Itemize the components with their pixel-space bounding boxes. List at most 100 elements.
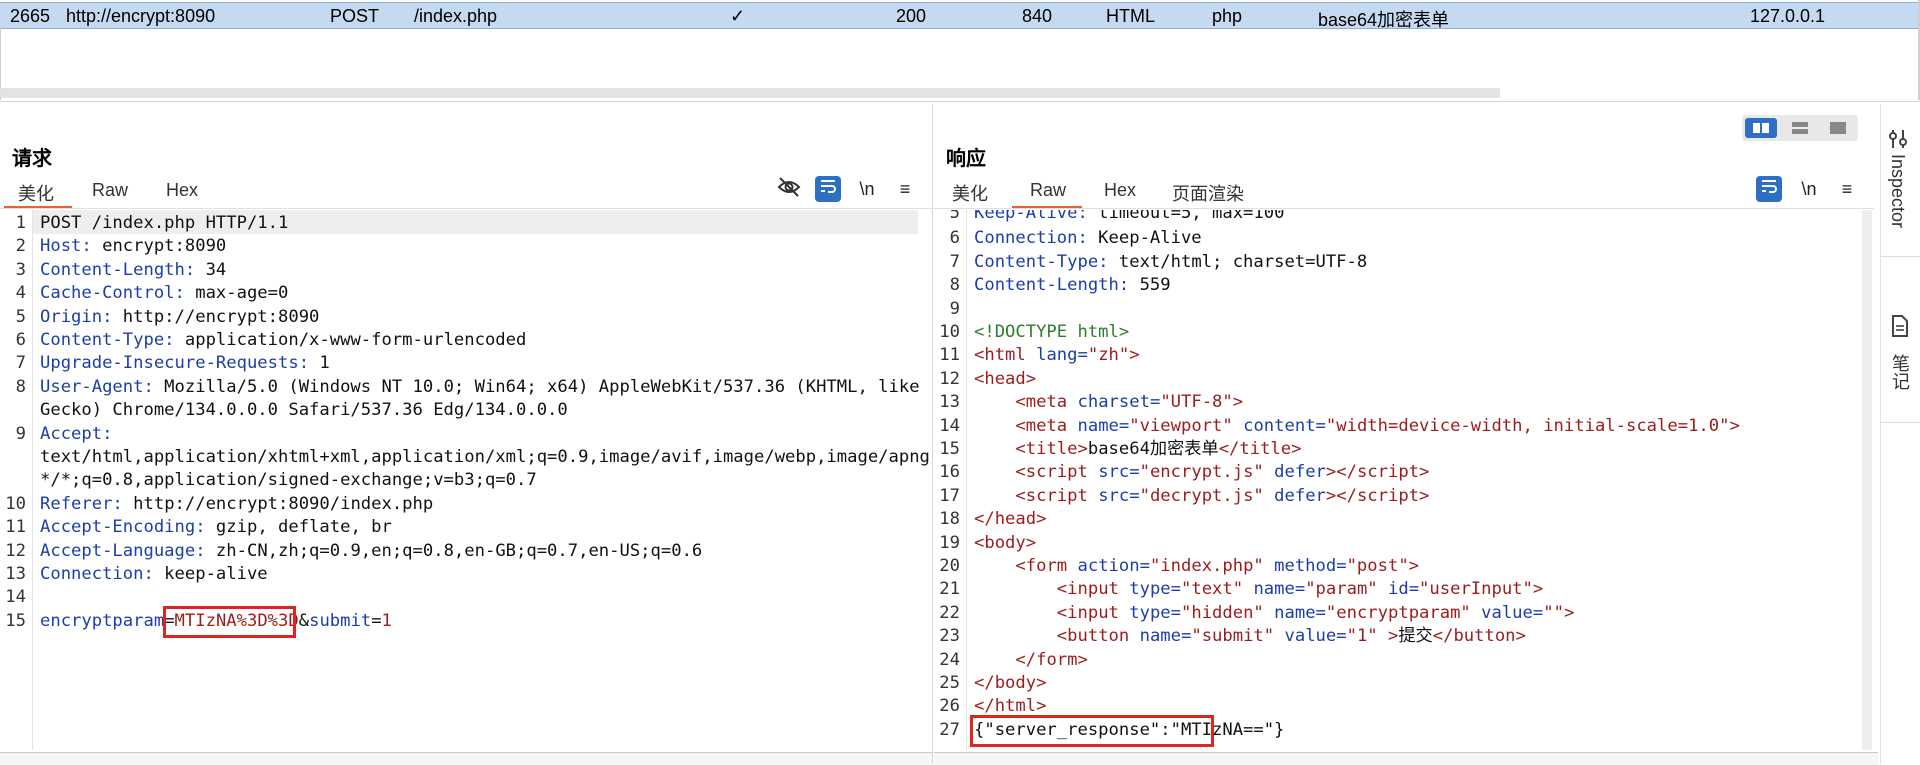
history-edited-check: ✓ bbox=[730, 6, 746, 26]
history-ext: php bbox=[1212, 6, 1243, 26]
header-value: max-age=0 bbox=[184, 283, 289, 304]
response-html-line: <script src="encrypt.js" defer></script> bbox=[974, 461, 1429, 484]
line-number: 15 bbox=[939, 439, 960, 459]
notes-document-icon[interactable] bbox=[1890, 314, 1910, 343]
history-method: POST bbox=[330, 6, 380, 26]
request-search-bar[interactable] bbox=[0, 752, 932, 765]
line-number: 21 bbox=[939, 579, 960, 600]
layout-tabs-icon[interactable] bbox=[1822, 118, 1854, 138]
response-tab-render[interactable]: 页面渲染 bbox=[1172, 180, 1244, 206]
html-token: <title> bbox=[1015, 439, 1088, 459]
response-line: Keep-Alive: timeout=5, max=100 bbox=[974, 210, 1284, 225]
response-line: Connection: Keep-Alive bbox=[974, 227, 1202, 250]
html-token: ></script> bbox=[1325, 485, 1430, 506]
html-token: <body> bbox=[974, 532, 1037, 553]
body-param-encryptparam-name: encryptparam bbox=[40, 610, 165, 631]
inspector-sliders-icon[interactable] bbox=[1889, 128, 1911, 155]
html-token: <form bbox=[1015, 556, 1068, 576]
line-number: 12 bbox=[5, 540, 26, 561]
request-pane: 请求 美化 Raw Hex \n ≡ 1 POST /index.php HTTP… bbox=[0, 104, 933, 765]
line-number: 13 bbox=[939, 392, 960, 413]
response-vertical-scrollbar[interactable] bbox=[1862, 210, 1872, 750]
inspector-tab[interactable]: Inspector bbox=[1887, 154, 1908, 228]
equals: = bbox=[371, 610, 382, 631]
response-tab-raw[interactable]: Raw bbox=[1030, 180, 1066, 201]
request-tab-hex[interactable]: Hex bbox=[166, 180, 198, 201]
line-number: 19 bbox=[939, 532, 960, 553]
request-menu-icon[interactable]: ≡ bbox=[892, 176, 918, 202]
response-tab-pretty[interactable]: 美化 bbox=[952, 180, 988, 206]
html-token: type= bbox=[1129, 602, 1181, 623]
request-line: Accept-Language: zh-CN,zh;q=0.9,en;q=0.8… bbox=[40, 540, 702, 563]
request-tab-pretty[interactable]: 美化 bbox=[18, 180, 54, 206]
line-number: 20 bbox=[939, 556, 960, 576]
html-token: > bbox=[1232, 392, 1244, 413]
request-line: User-Agent: Mozilla/5.0 (Windows NT 10.0… bbox=[40, 376, 920, 399]
response-wrap-icon[interactable] bbox=[1756, 176, 1782, 202]
html-token: defer bbox=[1274, 485, 1326, 506]
request-wrap-icon[interactable] bbox=[815, 176, 841, 202]
line-number: 27 bbox=[939, 719, 960, 740]
response-html-line: <script src="decrypt.js" defer></script> bbox=[974, 485, 1429, 508]
request-newline-toggle[interactable]: \n bbox=[854, 176, 880, 202]
request-tab-raw[interactable]: Raw bbox=[92, 180, 128, 201]
response-html-line: <!DOCTYPE html> bbox=[974, 321, 1129, 344]
line-number: 18 bbox=[939, 509, 960, 530]
request-editor[interactable]: 1 POST /index.php HTTP/1.1 2 Host: encrypt:… bbox=[0, 210, 930, 750]
response-html-line: </head> bbox=[974, 508, 1046, 531]
response-tab-hex[interactable]: Hex bbox=[1104, 180, 1136, 201]
side-panel-strip: Inspector 笔记 bbox=[1880, 104, 1920, 764]
line-number: 7 bbox=[949, 251, 960, 272]
line-number: 13 bbox=[5, 564, 26, 584]
line-number: 24 bbox=[939, 649, 960, 670]
html-token: > bbox=[1129, 345, 1140, 366]
html-token: id= bbox=[1388, 579, 1420, 600]
line-number: 22 bbox=[939, 602, 960, 623]
hide-eye-icon[interactable] bbox=[776, 176, 802, 202]
history-row-selected[interactable]: 2665 http://encrypt:8090 POST /index.php… bbox=[0, 2, 1920, 30]
response-html-line: <html lang="zh"> bbox=[974, 344, 1140, 367]
html-token: "submit" bbox=[1191, 626, 1275, 647]
line-number: 25 bbox=[939, 673, 960, 693]
response-title: 响应 bbox=[946, 148, 986, 170]
body-param-submit-value: 1 bbox=[381, 610, 392, 631]
header-value: http://encrypt:8090/index.php bbox=[122, 493, 434, 514]
history-horizontal-scrollbar[interactable] bbox=[0, 88, 1500, 98]
response-html-line: </form> bbox=[974, 649, 1087, 672]
encrypted-value-highlight-box bbox=[163, 605, 296, 638]
notes-tab[interactable]: 笔记 bbox=[1887, 354, 1913, 390]
response-search-bar[interactable] bbox=[934, 752, 1878, 765]
html-token: content= bbox=[1243, 415, 1326, 436]
line-number: 5 bbox=[15, 306, 26, 327]
html-token: name= bbox=[1139, 626, 1192, 647]
header-name: Content-Type: bbox=[974, 251, 1109, 272]
layout-side-by-side-icon[interactable] bbox=[1745, 118, 1777, 138]
html-token: type= bbox=[1129, 579, 1181, 600]
header-name: Referer: bbox=[40, 493, 123, 514]
response-editor[interactable]: 5 Keep-Alive: timeout=5, max=100 6 Connecti… bbox=[934, 210, 1858, 750]
header-name: Content-Length: bbox=[974, 275, 1130, 296]
html-token: "" bbox=[1543, 602, 1564, 623]
layout-stacked-icon[interactable] bbox=[1784, 118, 1816, 138]
html-token: "zh" bbox=[1087, 345, 1130, 366]
response-newline-toggle[interactable]: \n bbox=[1796, 176, 1822, 202]
html-token: name= bbox=[1274, 602, 1326, 623]
response-menu-icon[interactable]: ≡ bbox=[1834, 176, 1860, 202]
request-line: Referer: http://encrypt:8090/index.php bbox=[40, 493, 433, 516]
history-mime: HTML bbox=[1106, 6, 1155, 26]
header-name: Accept-Encoding: bbox=[40, 517, 206, 538]
line-number: 16 bbox=[939, 462, 960, 483]
header-value: Mozilla/5.0 (Windows NT 10.0; Win64; x64… bbox=[153, 376, 920, 397]
html-token: name= bbox=[1253, 579, 1306, 600]
request-line: Content-Length: 34 bbox=[40, 259, 226, 282]
request-line: Connection: keep-alive bbox=[40, 563, 268, 586]
response-pane: 响应 美化 Raw Hex 页面渲染 \n ≡ 5 Keep-Alive: tim… bbox=[934, 104, 1878, 765]
html-token: <!DOCTYPE html> bbox=[974, 322, 1130, 342]
header-value: gzip, deflate, br bbox=[205, 517, 392, 538]
line-number: 3 bbox=[15, 259, 26, 280]
line-number: 5 bbox=[949, 210, 960, 223]
html-token: action= bbox=[1077, 556, 1150, 576]
html-token: <script bbox=[1015, 485, 1088, 506]
response-html-line: <button name="submit" value="1" >提交</but… bbox=[1056, 626, 1526, 647]
header-name: Accept: bbox=[40, 423, 113, 444]
